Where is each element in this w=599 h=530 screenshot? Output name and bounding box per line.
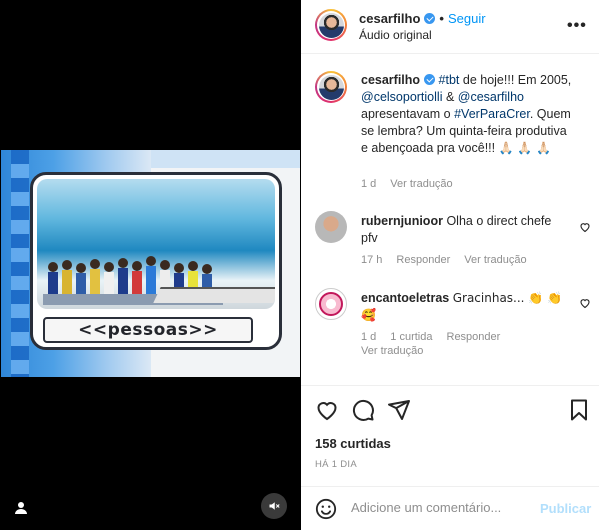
caption-segment: apresentavam o [361,107,455,121]
hashtag-link[interactable]: #tbt [439,73,460,87]
reply-button[interactable]: Responder [447,331,501,343]
user-icon[interactable] [13,500,29,516]
comment-username[interactable]: rubernjunioor [361,214,443,228]
caption-avatar[interactable] [315,71,347,103]
post-timestamp[interactable]: HÁ 1 DIA [315,459,357,470]
share-send-icon[interactable] [387,398,411,422]
caption-meta: 1 d Ver tradução [361,178,467,190]
caption-translate-link[interactable]: Ver tradução [390,178,452,190]
post-details-panel: cesarfilho • Seguir Áudio original ••• ces… [301,0,599,530]
comment-bubble-icon[interactable] [351,398,375,422]
caption-emoji: 🙏🏻 🙏🏻 🙏🏻 [498,141,552,155]
bookmark-icon[interactable] [567,398,591,422]
caption-username[interactable]: cesarfilho [361,73,420,87]
boat-shape [153,287,275,303]
post-media[interactable]: <<pessoas>> [0,0,301,530]
more-options-icon[interactable]: ••• [567,17,587,35]
comment-meta-2: Ver tradução [361,345,437,357]
caption-segment: de hoje!!! Em 2005, [459,73,572,87]
verified-badge-icon [424,74,436,85]
verified-badge-icon [424,13,436,24]
mention-link[interactable]: @cesarfilho [458,90,524,104]
tv-graphic: <<pessoas>> [30,172,282,350]
translate-link[interactable]: Ver tradução [361,345,423,357]
comment-text: encantoeletras Gracinhas... 👏 👏 🥰 [361,290,566,324]
like-comment-heart-icon[interactable] [579,221,591,233]
comment-text: rubernjunioor Olha o direct chefe pfv [361,213,566,247]
beach-scene [37,179,275,309]
caption-text: cesarfilho #tbt de hoje!!! Em 2005, @cel… [361,72,576,157]
comment-time[interactable]: 17 h [361,254,382,266]
like-comment-heart-icon[interactable] [579,297,591,309]
translate-link[interactable]: Ver tradução [464,254,526,266]
separator-dot: • [439,11,444,26]
follow-button[interactable]: Seguir [448,11,486,26]
caption-time[interactable]: 1 d [361,178,376,190]
comment-input[interactable] [351,500,531,515]
audio-label[interactable]: Áudio original [359,28,432,42]
comments-list: cesarfilho #tbt de hoje!!! Em 2005, @cel… [301,55,599,385]
publish-button[interactable]: Publicar [540,501,591,516]
hashtag-link[interactable]: #VerParaCrer [454,107,530,121]
speaker-muted-icon [269,502,280,510]
comment-username[interactable]: encantoeletras [361,291,449,305]
comment-meta: 17 h Responder Ver tradução [361,254,541,266]
mention-link[interactable]: @celsoportiolli [361,90,442,104]
avatar[interactable] [315,288,347,320]
likes-count[interactable]: 158 curtidas [315,436,391,451]
header-username[interactable]: cesarfilho [359,11,420,26]
tv-label: <<pessoas>> [43,317,253,343]
caption-segment: & [442,90,458,104]
comment-like-count[interactable]: 1 curtida [390,331,432,343]
reply-button[interactable]: Responder [396,254,450,266]
sound-toggle-button[interactable] [261,493,287,519]
emoji-smiley-icon[interactable] [315,498,337,520]
avatar[interactable] [315,211,347,243]
post-header: cesarfilho • Seguir Áudio original ••• [301,0,599,54]
frame-top-band [151,150,300,168]
frame-stripe [11,150,29,377]
post-actions: 158 curtidas HÁ 1 DIA [301,385,599,485]
comment-time[interactable]: 1 d [361,331,376,343]
comment-meta: 1 d 1 curtida Responder [361,331,514,343]
like-heart-icon[interactable] [315,398,339,422]
add-comment-bar: Publicar [301,486,599,530]
header-title-line: cesarfilho • Seguir [359,11,486,26]
video-frame: <<pessoas>> [1,150,300,377]
avatar[interactable] [315,9,347,41]
